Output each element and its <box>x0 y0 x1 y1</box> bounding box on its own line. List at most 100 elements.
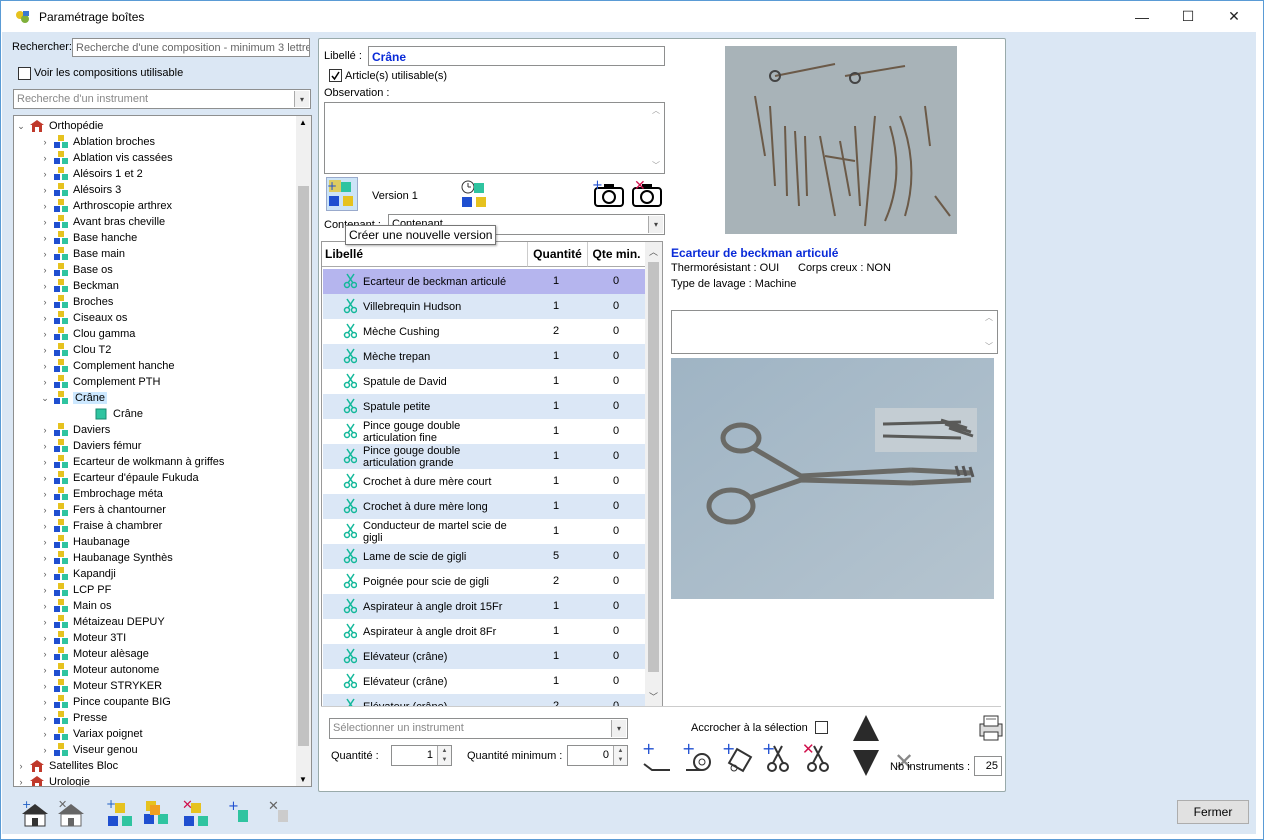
chevron-right-icon[interactable]: › <box>40 217 50 227</box>
chevron-right-icon[interactable]: › <box>40 585 50 595</box>
chevron-right-icon[interactable]: › <box>40 361 50 371</box>
chevron-right-icon[interactable]: › <box>40 665 50 675</box>
table-row[interactable]: Aspirateur à angle droit 8Fr 1 0 <box>323 619 645 644</box>
tree-item[interactable]: › Viseur genou <box>40 742 138 758</box>
tree-item[interactable]: › Arthroscopie arthrex <box>40 198 172 214</box>
chevron-right-icon[interactable]: › <box>40 153 50 163</box>
version-history-icon[interactable] <box>460 179 492 214</box>
tree-item[interactable]: › Ecarteur de wolkmann à griffes <box>40 454 224 470</box>
tree-item[interactable]: › Complement hanche <box>40 358 175 374</box>
maximize-button[interactable]: ☐ <box>1165 1 1211 32</box>
chevron-right-icon[interactable]: › <box>40 633 50 643</box>
chevron-up-icon[interactable]: ︿ <box>649 245 658 258</box>
table-row[interactable]: Pince gouge double articulation fine 1 0 <box>323 419 645 444</box>
chevron-right-icon[interactable]: › <box>40 249 50 259</box>
tree-root[interactable]: › Urologie <box>16 774 90 786</box>
tree-item[interactable]: › Complement PTH <box>40 374 160 390</box>
chevron-right-icon[interactable]: › <box>40 425 50 435</box>
printer-icon[interactable] <box>976 714 1006 745</box>
chevron-right-icon[interactable]: › <box>40 377 50 387</box>
tree-item[interactable]: › Ablation broches <box>40 134 155 150</box>
select-instrument-combo[interactable]: Sélectionner un instrument ▾ <box>329 718 628 739</box>
table-row[interactable]: Conducteur de martel scie de gigli 1 0 <box>323 519 645 544</box>
chevron-down-icon[interactable]: ﹀ <box>649 690 658 703</box>
table-row[interactable]: Lame de scie de gigli 5 0 <box>323 544 645 569</box>
chevron-right-icon[interactable]: › <box>40 713 50 723</box>
notes-scrollbar[interactable]: ︿ ﹀ <box>983 311 997 353</box>
chevron-down-icon[interactable]: ▾ <box>294 91 309 107</box>
tree-scroll-thumb[interactable] <box>298 186 309 746</box>
chevron-right-icon[interactable]: › <box>16 777 26 786</box>
chevron-right-icon[interactable]: › <box>40 473 50 483</box>
tree-item[interactable]: › Daviers fémur <box>40 438 141 454</box>
chevron-down-icon[interactable]: ⌄ <box>16 121 26 132</box>
tree-item[interactable]: › Ecarteur d'épaule Fukuda <box>40 470 199 486</box>
table-scroll-thumb[interactable] <box>648 262 659 672</box>
tree-version-item[interactable]: Crâne <box>80 406 143 422</box>
accrocher-checkbox[interactable] <box>815 721 828 734</box>
move-up-arrow-icon[interactable] <box>851 713 881 746</box>
chevron-right-icon[interactable]: › <box>40 169 50 179</box>
articles-checkbox[interactable] <box>329 69 342 82</box>
chevron-right-icon[interactable]: › <box>40 489 50 499</box>
instrument-notes-textarea[interactable]: ︿ ﹀ <box>671 310 998 354</box>
chevron-right-icon[interactable]: › <box>40 617 50 627</box>
chevron-right-icon[interactable]: › <box>40 313 50 323</box>
table-row[interactable]: Poignée pour scie de gigli 2 0 <box>323 569 645 594</box>
table-row[interactable]: Mèche trepan 1 0 <box>323 344 645 369</box>
table-scrollbar[interactable]: ︿ ﹀ <box>645 242 662 706</box>
table-row[interactable]: Crochet à dure mère court 1 0 <box>323 469 645 494</box>
chevron-down-icon[interactable]: ▼ <box>299 775 307 784</box>
chevron-right-icon[interactable]: › <box>40 265 50 275</box>
chevron-right-icon[interactable]: › <box>40 729 50 739</box>
tree-item[interactable]: › Main os <box>40 598 112 614</box>
add-instrument-tray-icon[interactable]: + <box>640 739 674 777</box>
observation-textarea[interactable]: ︿ ﹀ <box>324 102 665 174</box>
tree-item[interactable]: › Base os <box>40 262 113 278</box>
add-item-icon[interactable]: + <box>228 798 256 831</box>
tree-item[interactable]: › Daviers <box>40 422 110 438</box>
duplicate-composition-icon[interactable] <box>142 798 174 831</box>
tree-item[interactable]: › LCP PF <box>40 582 111 598</box>
chevron-right-icon[interactable]: › <box>40 649 50 659</box>
add-root-icon[interactable]: + <box>20 798 50 831</box>
chevron-right-icon[interactable]: › <box>40 601 50 611</box>
col-header-libelle[interactable]: Libellé <box>322 242 527 267</box>
chevron-down-icon[interactable]: ⌄ <box>40 393 50 404</box>
tree-item[interactable]: › Avant bras cheville <box>40 214 165 230</box>
tree-scrollbar[interactable]: ▲ ▼ <box>296 116 311 786</box>
move-down-arrow-icon[interactable] <box>851 748 881 781</box>
tree-item[interactable]: › Alésoirs 3 <box>40 182 121 198</box>
tree-item[interactable]: ⌄ Crâne <box>40 390 107 406</box>
tree-item[interactable]: › Moteur STRYKER <box>40 678 162 694</box>
quantite-spin[interactable]: ▲ ▼ <box>437 746 451 765</box>
tree-item[interactable]: › Base main <box>40 246 125 262</box>
add-instrument-roll-icon[interactable]: + <box>680 739 714 777</box>
tree-item[interactable]: › Variax poignet <box>40 726 143 742</box>
tree-item[interactable]: › Fraise à chambrer <box>40 518 162 534</box>
chevron-right-icon[interactable]: › <box>40 457 50 467</box>
delete-composition-icon[interactable]: ✕ <box>182 798 214 831</box>
tree-item[interactable]: › Haubanage <box>40 534 130 550</box>
table-row[interactable]: Pince gouge double articulation grande 1 0 <box>323 444 645 469</box>
tree-item[interactable]: › Embrochage méta <box>40 486 163 502</box>
tree-item[interactable]: › Moteur autonome <box>40 662 159 678</box>
table-row[interactable]: Mèche Cushing 2 0 <box>323 319 645 344</box>
chevron-down-icon[interactable]: ▾ <box>611 720 626 737</box>
composition-search-input[interactable]: Recherche d'une composition - minimum 3 … <box>72 38 310 57</box>
chevron-right-icon[interactable]: › <box>40 745 50 755</box>
col-header-quantite[interactable]: Quantité <box>527 242 587 267</box>
table-row[interactable]: Spatule de David 1 0 <box>323 369 645 394</box>
tree-item[interactable]: › Clou T2 <box>40 342 111 358</box>
tree-item[interactable]: › Ciseaux os <box>40 310 127 326</box>
chevron-right-icon[interactable]: › <box>40 697 50 707</box>
observation-scrollbar[interactable]: ︿ ﹀ <box>650 103 664 173</box>
add-composition-icon[interactable]: + <box>106 797 138 831</box>
tree-root-orthopedie[interactable]: ⌄ Orthopédie <box>16 118 103 134</box>
tree-item[interactable]: › Presse <box>40 710 107 726</box>
delete-root-icon[interactable]: ✕ <box>56 798 86 831</box>
col-header-qte-min[interactable]: Qte min. <box>587 242 645 267</box>
chevron-down-icon[interactable]: ▾ <box>648 216 663 233</box>
tree-item[interactable]: › Fers à chantourner <box>40 502 166 518</box>
table-row[interactable]: Elévateur (crâne) 1 0 <box>323 669 645 694</box>
